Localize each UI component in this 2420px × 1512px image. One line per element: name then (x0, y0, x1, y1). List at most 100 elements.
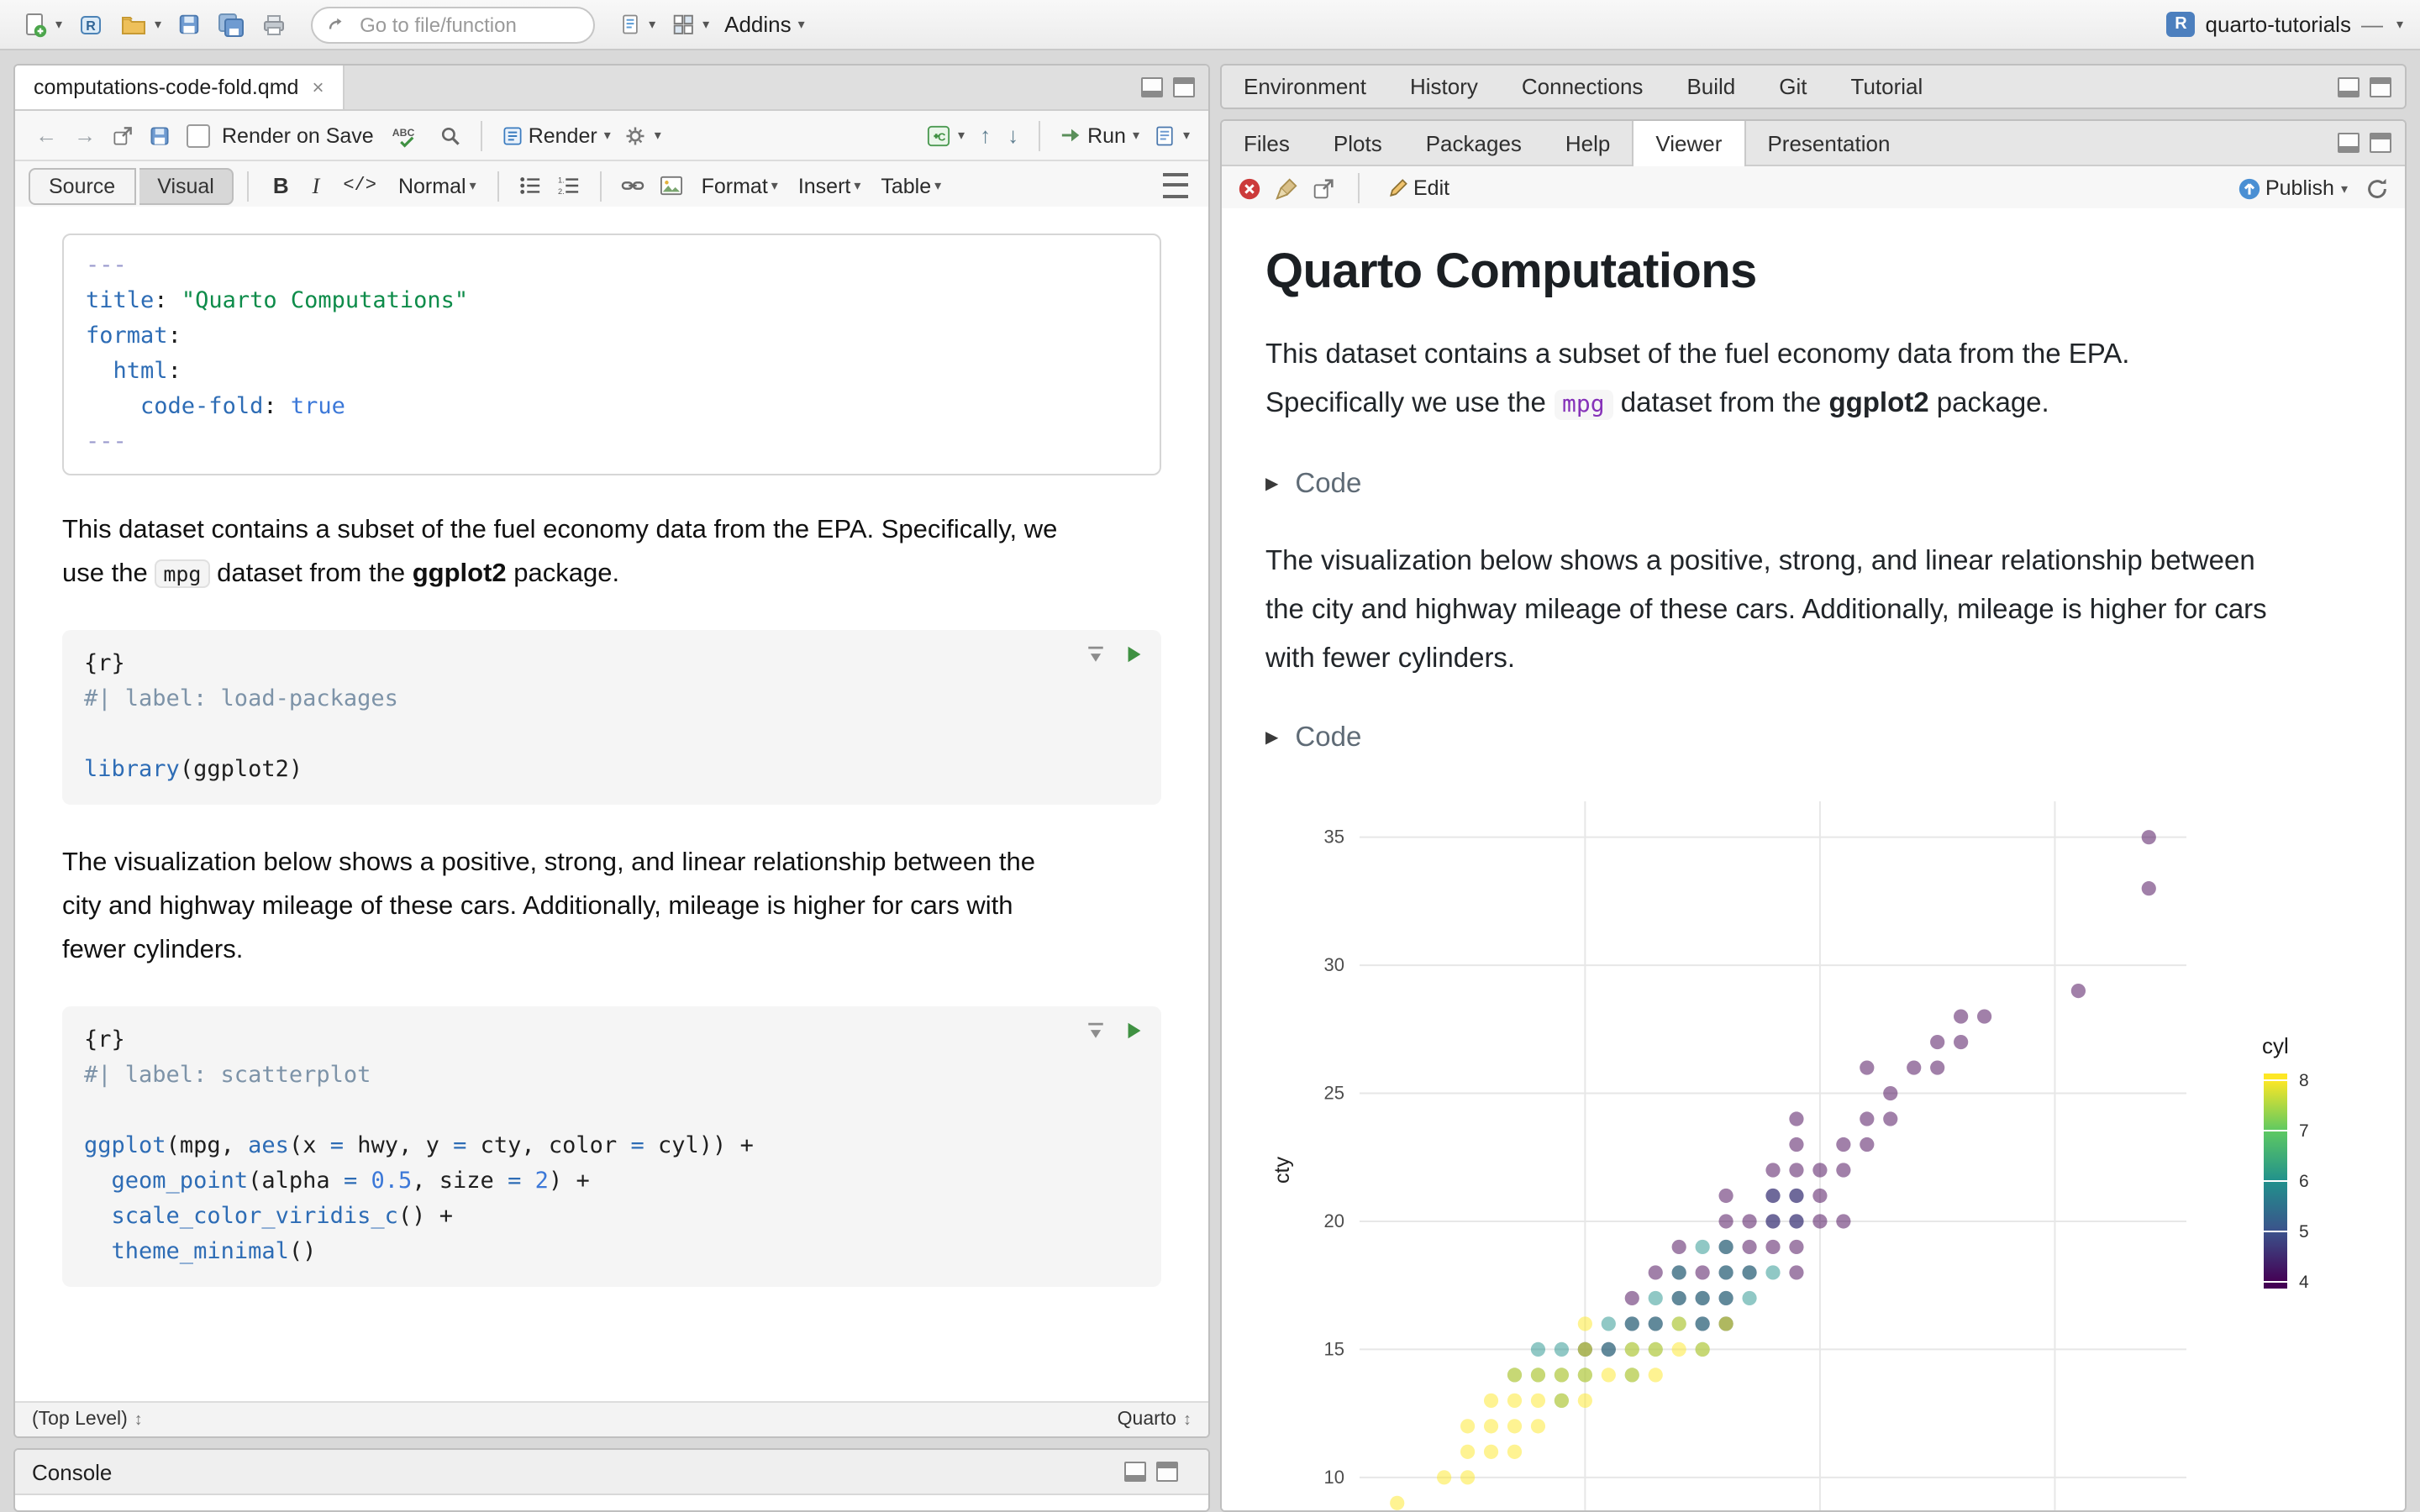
pane-window-buttons (1141, 66, 1208, 109)
goto-file-input[interactable] (356, 11, 579, 38)
data-point (1765, 1239, 1781, 1255)
spellcheck-button[interactable]: ABC (387, 120, 431, 150)
workspace-panes-button[interactable]: ▾ (666, 8, 714, 40)
pencil-icon (1389, 179, 1407, 197)
format-menu[interactable]: Format ▾ (693, 171, 786, 201)
run-chunks-above-icon[interactable] (1084, 1020, 1107, 1042)
render-options-button[interactable]: ▾ (619, 120, 666, 150)
table-menu[interactable]: Table ▾ (872, 171, 950, 201)
forward-button[interactable]: → (67, 123, 103, 148)
code-fold-toggle[interactable]: ▶ Code (1265, 717, 2361, 758)
minimize-pane-icon[interactable] (2338, 133, 2360, 153)
project-menu[interactable]: R quarto-tutorials — ▾ (2166, 12, 2403, 37)
source-mode-button[interactable]: Source (29, 167, 136, 204)
editor-paragraph[interactable]: The visualization below shows a positive… (62, 842, 1071, 973)
code-format-button[interactable]: </> (333, 174, 387, 197)
yaml-block[interactable]: --- title: "Quarto Computations" format: h… (62, 234, 1161, 475)
source-menu-button[interactable]: ▾ (1148, 120, 1195, 150)
editor-tab[interactable]: computations-code-fold.qmd × (15, 66, 345, 109)
back-button[interactable]: ← (29, 123, 64, 148)
insert-image-button[interactable] (655, 171, 690, 200)
run-chunk-icon[interactable] (1124, 1020, 1144, 1042)
bullet-list-icon (520, 177, 540, 194)
run-chunks-above-icon[interactable] (1084, 643, 1107, 665)
maximize-pane-icon[interactable] (1173, 77, 1195, 97)
filetype-selector[interactable]: Quarto ↕ (1118, 1410, 1192, 1430)
code-fold-toggle[interactable]: ▶ Code (1265, 464, 2361, 504)
save-all-button[interactable] (212, 8, 250, 41)
save-button[interactable] (171, 8, 207, 40)
chunk-actions (1084, 1020, 1144, 1042)
italic-button[interactable]: I (302, 171, 330, 201)
tab-environment[interactable]: Environment (1222, 66, 1388, 108)
tab-files[interactable]: Files (1222, 121, 1312, 165)
numbered-list-button[interactable]: 1. 2. (552, 171, 587, 200)
tab-plots[interactable]: Plots (1312, 121, 1404, 165)
new-file-button[interactable]: ▾ (17, 8, 67, 41)
code-line: #| label: load-packages (84, 685, 398, 712)
print-button[interactable] (255, 8, 292, 41)
popout-editor-button[interactable] (106, 120, 139, 150)
minimize-pane-icon[interactable] (1124, 1462, 1146, 1482)
go-prev-chunk-button[interactable]: ↑ (973, 123, 997, 148)
bullet-list-button[interactable] (513, 171, 549, 200)
tab-build[interactable]: Build (1665, 66, 1757, 108)
tab-connections[interactable]: Connections (1500, 66, 1665, 108)
code-chunk-scatterplot[interactable]: {r} #| label: scatterplot ggplot(mpg, aes… (62, 1006, 1161, 1287)
code-chunk-load-packages[interactable]: {r} #| label: load-packages library(ggplo… (62, 630, 1161, 805)
data-point (1742, 1265, 1757, 1280)
compile-report-button[interactable]: ▾ (613, 8, 660, 40)
tab-presentation[interactable]: Presentation (1745, 121, 1912, 165)
render-button[interactable]: Render ▾ (497, 120, 616, 150)
tab-help[interactable]: Help (1544, 121, 1633, 165)
new-project-button[interactable]: R (72, 8, 109, 41)
tab-viewer[interactable]: Viewer (1632, 121, 1746, 166)
clear-viewer-icon[interactable] (1274, 176, 1299, 201)
close-tab-icon[interactable]: × (312, 76, 324, 99)
discard-viewer-icon[interactable] (1237, 176, 1262, 201)
maximize-pane-icon[interactable] (1156, 1462, 1178, 1482)
maximize-pane-icon[interactable] (2370, 76, 2391, 97)
refresh-icon[interactable] (2365, 176, 2390, 201)
console-header[interactable]: Console (15, 1450, 1208, 1495)
paragraph-style-dropdown[interactable]: Normal ▾ (390, 171, 485, 201)
run-chunk-icon[interactable] (1124, 643, 1144, 665)
run-button[interactable]: Run ▾ (1054, 120, 1144, 150)
minimize-pane-icon[interactable] (2338, 76, 2360, 97)
tab-tutorial[interactable]: Tutorial (1829, 66, 1945, 108)
bold-button[interactable]: B (263, 171, 299, 200)
tab-history[interactable]: History (1388, 66, 1500, 108)
outline-toggle-icon[interactable] (1163, 173, 1188, 198)
open-file-button[interactable]: ▾ (114, 8, 166, 41)
paragraph-style-value: Normal (397, 174, 466, 197)
data-point (1507, 1419, 1523, 1434)
publish-button[interactable]: Publish ▾ (2232, 172, 2353, 204)
editor-paragraph[interactable]: This dataset contains a subset of the fu… (62, 509, 1071, 596)
data-point (1507, 1444, 1523, 1459)
open-in-new-window-icon[interactable] (1311, 176, 1336, 201)
code-line: format: (86, 323, 182, 349)
insert-link-button[interactable] (616, 171, 651, 200)
editor-tabbar: computations-code-fold.qmd × (15, 66, 1208, 111)
insert-chunk-button[interactable]: C ▾ (921, 120, 970, 150)
scope-selector[interactable]: (Top Level) ↕ (32, 1410, 143, 1430)
edit-button[interactable]: Edit (1381, 173, 1455, 203)
bold-text: ggplot2 (412, 559, 507, 588)
find-replace-button[interactable] (434, 120, 468, 150)
visual-editor-canvas[interactable]: --- title: "Quarto Computations" format: h… (15, 207, 1208, 1403)
save-document-button[interactable] (143, 120, 176, 150)
insert-menu[interactable]: Insert ▾ (790, 171, 870, 201)
project-name: quarto-tutorials (2205, 12, 2351, 37)
go-next-chunk-button[interactable]: ↓ (1001, 123, 1025, 148)
visual-mode-button[interactable]: Visual (139, 167, 234, 204)
tab-packages[interactable]: Packages (1404, 121, 1544, 165)
addins-menu[interactable]: Addins ▾ (719, 8, 810, 40)
tab-git[interactable]: Git (1757, 66, 1828, 108)
maximize-pane-icon[interactable] (2370, 133, 2391, 153)
minimize-pane-icon[interactable] (1141, 77, 1163, 97)
legend-tick-label: 7 (2299, 1121, 2309, 1141)
data-point (1483, 1444, 1499, 1459)
data-point (1860, 1137, 1875, 1152)
data-point (1671, 1316, 1686, 1331)
render-on-save-checkbox[interactable] (187, 123, 210, 147)
